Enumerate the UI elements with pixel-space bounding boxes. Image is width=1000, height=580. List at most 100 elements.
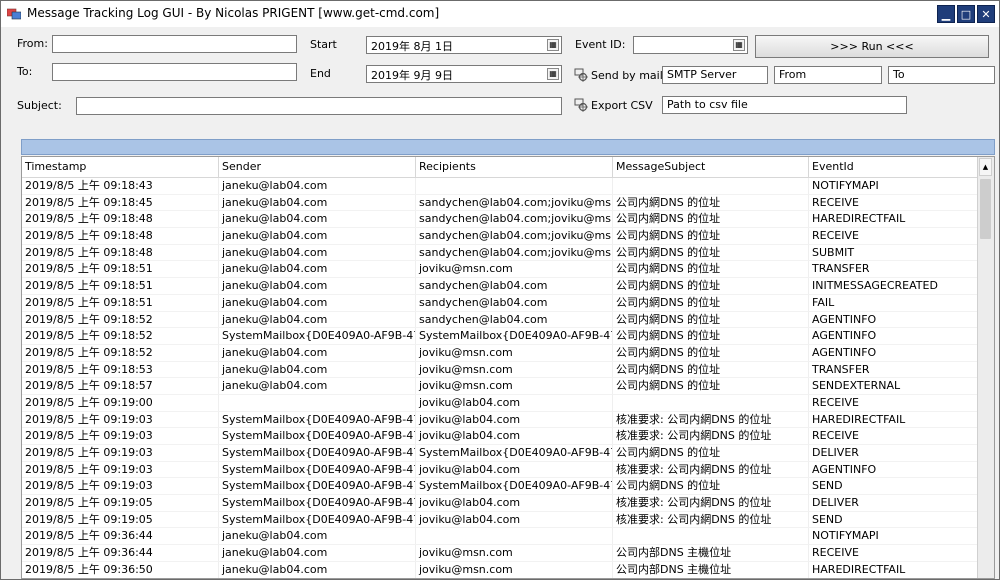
cell-recipients[interactable]: joviku@lab04.com xyxy=(416,394,613,412)
cell-sender[interactable]: SystemMailbox{D0E409A0-AF9B-472 xyxy=(219,411,416,429)
cell-subject[interactable]: 公司内網DNS 的位址 xyxy=(613,261,809,279)
cell-subject[interactable]: 公司内網DNS 的位址 xyxy=(613,228,809,245)
cell-eventid[interactable]: RECEIVE xyxy=(809,228,978,245)
cell-eventid[interactable]: AGENTINFO xyxy=(809,311,978,329)
start-date-picker[interactable]: 2019年 8月 1日 ▦ xyxy=(366,36,562,54)
cell-subject[interactable] xyxy=(613,178,809,195)
cell-sender[interactable]: janeku@lab04.com xyxy=(219,545,416,562)
cell-sender[interactable]: SystemMailbox{D0E409A0-AF9B-472 xyxy=(219,328,416,345)
cell-timestamp[interactable]: 2019/8/5 上午 09:36:44 xyxy=(22,545,219,562)
cell-subject[interactable]: 公司内網DNS 的位址 xyxy=(613,478,809,496)
cell-eventid[interactable]: TRANSFER xyxy=(809,361,978,379)
cell-timestamp[interactable]: 2019/8/5 上午 09:18:57 xyxy=(22,378,219,395)
cell-subject[interactable]: 公司内網DNS 的位址 xyxy=(613,244,809,262)
table-row[interactable]: 2019/8/5 上午 09:19:00 joviku@lab04.com RECE… xyxy=(22,394,978,412)
cell-eventid[interactable]: DELIVER xyxy=(809,445,978,462)
cell-eventid[interactable]: SUBMIT xyxy=(809,244,978,262)
cell-recipients[interactable]: joviku@lab04.com xyxy=(416,461,613,479)
mail-settings-icon[interactable] xyxy=(574,68,588,82)
cell-timestamp[interactable]: 2019/8/5 上午 09:19:00 xyxy=(22,394,219,412)
dropdown-icon[interactable]: ▦ xyxy=(733,39,745,51)
table-row[interactable]: 2019/8/5 上午 09:18:51 janeku@lab04.com sand… xyxy=(22,278,978,295)
cell-sender[interactable]: SystemMailbox{D0E409A0-AF9B-472 xyxy=(219,495,416,512)
from-field[interactable] xyxy=(52,35,297,53)
cell-recipients[interactable]: SystemMailbox{D0E409A0-AF9B-472 xyxy=(416,328,613,345)
cell-eventid[interactable]: DELIVER xyxy=(809,495,978,512)
table-row[interactable]: 2019/8/5 上午 09:18:48 janeku@lab04.com sand… xyxy=(22,244,978,262)
cell-eventid[interactable]: HAREDIRECTFAIL xyxy=(809,211,978,229)
cell-subject[interactable]: 公司内網DNS 的位址 xyxy=(613,278,809,295)
cell-sender[interactable]: janeku@lab04.com xyxy=(219,528,416,546)
cell-recipients[interactable]: joviku@msn.com xyxy=(416,545,613,562)
cell-timestamp[interactable]: 2019/8/5 上午 09:18:51 xyxy=(22,294,219,312)
cell-timestamp[interactable]: 2019/8/5 上午 09:19:05 xyxy=(22,511,219,529)
end-date-picker[interactable]: 2019年 9月 9日 ▦ xyxy=(366,65,562,83)
cell-timestamp[interactable]: 2019/8/5 上午 09:18:48 xyxy=(22,244,219,262)
table-row[interactable]: 2019/8/5 上午 09:19:03 SystemMailbox{D0E409… xyxy=(22,411,978,429)
cell-recipients[interactable]: joviku@msn.com xyxy=(416,261,613,279)
cell-recipients[interactable]: joviku@lab04.com xyxy=(416,428,613,445)
cell-sender[interactable]: janeku@lab04.com xyxy=(219,294,416,312)
cell-recipients[interactable]: SystemMailbox{D0E409A0-AF9B-472 xyxy=(416,445,613,462)
mail-from-field[interactable]: From xyxy=(774,66,882,84)
cell-sender[interactable]: janeku@lab04.com xyxy=(219,244,416,262)
table-row[interactable]: 2019/8/5 上午 09:18:43 janeku@lab04.com NOTI… xyxy=(22,178,978,195)
cell-subject[interactable]: 核准要求: 公司内網DNS 的位址 xyxy=(613,495,809,512)
cell-sender[interactable]: janeku@lab04.com xyxy=(219,178,416,195)
column-header-recipients[interactable]: Recipients xyxy=(416,157,613,177)
cell-eventid[interactable]: INITMESSAGECREATED xyxy=(809,278,978,295)
table-row[interactable]: 2019/8/5 上午 09:18:52 janeku@lab04.com jovi… xyxy=(22,344,978,362)
cell-sender[interactable]: janeku@lab04.com xyxy=(219,261,416,279)
cell-subject[interactable] xyxy=(613,528,809,546)
cell-eventid[interactable]: NOTIFYMAPI xyxy=(809,178,978,195)
cell-eventid[interactable]: RECEIVE xyxy=(809,545,978,562)
cell-recipients[interactable]: joviku@lab04.com xyxy=(416,411,613,429)
cell-timestamp[interactable]: 2019/8/5 上午 09:18:45 xyxy=(22,194,219,212)
cell-subject[interactable]: 公司内網DNS 的位址 xyxy=(613,294,809,312)
cell-eventid[interactable]: FAIL xyxy=(809,294,978,312)
cell-timestamp[interactable]: 2019/8/5 上午 09:18:52 xyxy=(22,328,219,345)
vertical-scrollbar[interactable]: ▲ xyxy=(977,157,994,578)
table-row[interactable]: 2019/8/5 上午 09:18:52 SystemMailbox{D0E409… xyxy=(22,328,978,345)
cell-recipients[interactable]: sandychen@lab04.com xyxy=(416,278,613,295)
cell-timestamp[interactable]: 2019/8/5 上午 09:19:03 xyxy=(22,411,219,429)
cell-recipients[interactable]: joviku@lab04.com xyxy=(416,511,613,529)
cell-timestamp[interactable]: 2019/8/5 上午 09:18:53 xyxy=(22,361,219,379)
cell-timestamp[interactable]: 2019/8/5 上午 09:19:03 xyxy=(22,478,219,496)
cell-eventid[interactable]: SEND xyxy=(809,478,978,496)
table-row[interactable]: 2019/8/5 上午 09:19:03 SystemMailbox{D0E409… xyxy=(22,428,978,445)
cell-subject[interactable]: 公司内網DNS 的位址 xyxy=(613,378,809,395)
table-row[interactable]: 2019/8/5 上午 09:19:03 SystemMailbox{D0E409… xyxy=(22,478,978,496)
column-header-sender[interactable]: Sender xyxy=(219,157,416,177)
table-row[interactable]: 2019/8/5 上午 09:36:50 janeku@lab04.com jovi… xyxy=(22,561,978,578)
cell-sender[interactable]: SystemMailbox{D0E409A0-AF9B-472 xyxy=(219,445,416,462)
close-button[interactable]: ✕ xyxy=(977,5,995,23)
title-bar[interactable]: Message Tracking Log GUI - By Nicolas PR… xyxy=(1,1,999,27)
cell-timestamp[interactable]: 2019/8/5 上午 09:18:51 xyxy=(22,261,219,279)
cell-recipients[interactable] xyxy=(416,528,613,546)
cell-sender[interactable]: SystemMailbox{D0E409A0-AF9B-472 xyxy=(219,428,416,445)
column-header-timestamp[interactable]: Timestamp xyxy=(22,157,219,177)
cell-sender[interactable]: janeku@lab04.com xyxy=(219,561,416,578)
cell-recipients[interactable] xyxy=(416,178,613,195)
minimize-button[interactable]: ▁ xyxy=(937,5,955,23)
table-row[interactable]: 2019/8/5 上午 09:19:05 SystemMailbox{D0E409… xyxy=(22,495,978,512)
cell-eventid[interactable]: TRANSFER xyxy=(809,261,978,279)
cell-timestamp[interactable]: 2019/8/5 上午 09:18:43 xyxy=(22,178,219,195)
smtp-server-field[interactable]: SMTP Server xyxy=(662,66,768,84)
cell-subject[interactable]: 公司内網DNS 的位址 xyxy=(613,361,809,379)
cell-eventid[interactable]: AGENTINFO xyxy=(809,461,978,479)
cell-subject[interactable]: 公司内網DNS 的位址 xyxy=(613,328,809,345)
cell-subject[interactable]: 公司内網DNS 的位址 xyxy=(613,211,809,229)
cell-sender[interactable]: SystemMailbox{D0E409A0-AF9B-472 xyxy=(219,478,416,496)
cell-sender[interactable]: SystemMailbox{D0E409A0-AF9B-472 xyxy=(219,511,416,529)
cell-subject[interactable]: 公司内部DNS 主機位址 xyxy=(613,545,809,562)
cell-eventid[interactable]: HAREDIRECTFAIL xyxy=(809,411,978,429)
csv-path-field[interactable]: Path to csv file xyxy=(662,96,907,114)
cell-recipients[interactable]: joviku@lab04.com xyxy=(416,495,613,512)
cell-timestamp[interactable]: 2019/8/5 上午 09:18:52 xyxy=(22,311,219,329)
cell-timestamp[interactable]: 2019/8/5 上午 09:18:52 xyxy=(22,344,219,362)
cell-recipients[interactable]: joviku@msn.com xyxy=(416,344,613,362)
cell-eventid[interactable]: RECEIVE xyxy=(809,428,978,445)
cell-subject[interactable]: 核准要求: 公司内網DNS 的位址 xyxy=(613,511,809,529)
